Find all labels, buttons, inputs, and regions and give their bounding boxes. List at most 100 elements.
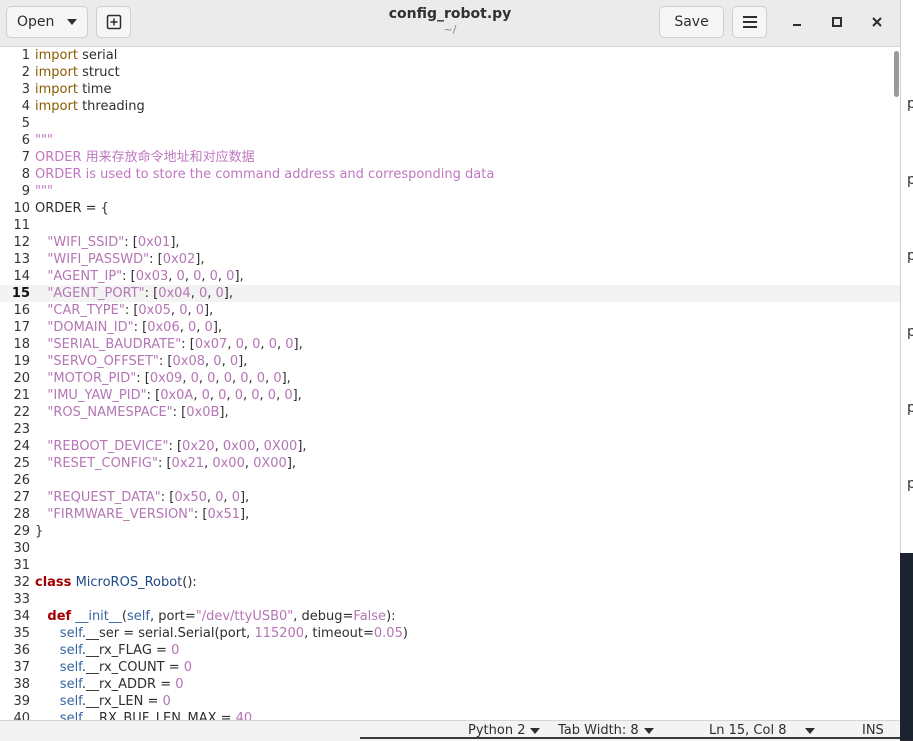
window-subtitle: ~/ — [443, 23, 457, 36]
line-number: 25 — [13, 456, 30, 471]
code-line[interactable]: 19 "SERVO_OFFSET": [0x08, 0, 0], — [0, 353, 900, 370]
code-line[interactable]: 10 ORDER = { — [0, 200, 900, 217]
code-line[interactable]: 3 import time — [0, 81, 900, 98]
line-number: 34 — [13, 609, 30, 624]
line-number: 39 — [13, 694, 30, 709]
open-button[interactable]: Open — [6, 6, 88, 38]
line-number: 1 — [21, 48, 30, 63]
chevron-down-icon — [530, 727, 541, 734]
code-token: def — [47, 609, 72, 624]
code-token: 0 — [256, 371, 266, 386]
code-line[interactable]: 6 """ — [0, 132, 900, 149]
code-line[interactable]: 39 self.__rx_LEN = 0 — [0, 693, 900, 710]
code-line[interactable]: 14 "AGENT_IP": [0x03, 0, 0, 0, 0], — [0, 268, 900, 285]
code-token: ], — [281, 371, 291, 386]
code-token: 0x02 — [162, 252, 196, 267]
code-line[interactable]: 28 "FIRMWARE_VERSION": [0x51], — [0, 506, 900, 523]
code-line[interactable]: 4 import threading — [0, 98, 900, 115]
title-block: config_robot.py ~/ — [300, 6, 600, 36]
code-line[interactable]: 8 ORDER is used to store the command addr… — [0, 166, 900, 183]
code-line[interactable]: 12 "WIFI_SSID": [0x01], — [0, 234, 900, 251]
code-line[interactable]: 32 class MicroROS_Robot(): — [0, 574, 900, 591]
code-line[interactable]: 20 "MOTOR_PID": [0x09, 0, 0, 0, 0, 0, 0]… — [0, 370, 900, 387]
close-button[interactable] — [865, 10, 889, 34]
code-text: "REBOOT_DEVICE": [0x20, 0x00, 0X00], — [35, 438, 306, 455]
code-line[interactable]: 16 "CAR_TYPE": [0x05, 0, 0], — [0, 302, 900, 319]
code-token: "AGENT_PORT" — [47, 286, 145, 301]
code-line[interactable]: 25 "RESET_CONFIG": [0x21, 0x00, 0X00], — [0, 455, 900, 472]
code-line[interactable]: 36 self.__rx_FLAG = 0 — [0, 642, 900, 659]
code-token: 0x00 — [222, 439, 256, 454]
code-token: ], — [212, 320, 223, 335]
code-token: 0x08 — [172, 354, 206, 369]
code-line[interactable]: 5 — [0, 115, 900, 132]
code-token: 0 — [175, 677, 184, 692]
code-line[interactable]: 17 "DOMAIN_ID": [0x06, 0, 0], — [0, 319, 900, 336]
code-token: ], — [204, 303, 214, 318]
code-token: import — [35, 99, 78, 114]
code-line[interactable]: 22 "ROS_NAMESPACE": [0x0B], — [0, 404, 900, 421]
code-editor[interactable]: 1 import serial 2 import struct 3 import time… — [0, 47, 900, 720]
code-line[interactable]: 21 "IMU_YAW_PID": [0x0A, 0, 0, 0, 0, 0, … — [0, 387, 900, 404]
code-text: self.__rx_FLAG = 0 — [35, 642, 180, 659]
code-line[interactable]: 27 "REQUEST_DATA": [0x50, 0, 0], — [0, 489, 900, 506]
code-token: 0x03 — [135, 269, 169, 284]
line-number: 10 — [13, 201, 30, 216]
tab-width-selector[interactable]: Tab Width: 8 — [558, 723, 654, 738]
code-line[interactable]: 2 import struct — [0, 64, 900, 81]
code-line[interactable]: 31 — [0, 557, 900, 574]
cursor-position-selector[interactable]: Ln 15, Col 8 — [709, 723, 816, 738]
code-token: 0x50 — [174, 490, 207, 505]
code-line[interactable]: 23 — [0, 421, 900, 438]
code-line[interactable]: 15 "AGENT_PORT": [0x04, 0, 0], — [0, 285, 900, 302]
code-line[interactable]: 26 — [0, 472, 900, 489]
line-number: 6 — [21, 133, 30, 148]
code-line[interactable]: 29} — [0, 523, 900, 540]
new-tab-button[interactable] — [96, 6, 131, 38]
save-button[interactable]: Save — [659, 6, 724, 38]
menu-button[interactable] — [732, 6, 767, 38]
code-line[interactable]: 18 "SERIAL_BAUDRATE": [0x07, 0, 0, 0, 0]… — [0, 336, 900, 353]
header-bar: Open config_robot.py ~/ Save — [0, 0, 900, 47]
code-line[interactable]: 38 self.__rx_ADDR = 0 — [0, 676, 900, 693]
code-token: 0x07 — [194, 337, 228, 352]
code-token: , — [223, 490, 232, 505]
code-token: "AGENT_IP" — [47, 269, 123, 284]
maximize-button[interactable] — [825, 10, 849, 34]
code-line[interactable]: 24 "REBOOT_DEVICE": [0x20, 0x00, 0X00], — [0, 438, 900, 455]
line-number: 4 — [21, 99, 30, 114]
scrollbar-thumb[interactable] — [894, 51, 899, 97]
insert-mode-indicator: INS — [862, 723, 884, 738]
language-selector[interactable]: Python 2 — [468, 723, 541, 738]
code-token: "WIFI_PASSWD" — [47, 252, 150, 267]
code-token: , — [231, 371, 241, 386]
code-token: 0x51 — [207, 507, 241, 522]
code-line[interactable]: 33 — [0, 591, 900, 608]
code-line[interactable]: 7 ORDER 用来存放命令地址和对应数据 — [0, 149, 900, 166]
code-line[interactable]: 40 self.__RX_BUF_LEN_MAX = 40 — [0, 710, 900, 720]
line-number: 33 — [13, 592, 30, 607]
vertical-scrollbar[interactable] — [893, 47, 900, 720]
code-text: import serial — [35, 47, 117, 64]
code-line[interactable]: 30 — [0, 540, 900, 557]
code-line[interactable]: 1 import serial — [0, 47, 900, 64]
code-line[interactable]: 34 def __init__(self, port="/dev/ttyUSB0… — [0, 608, 900, 625]
code-line[interactable]: 37 self.__rx_COUNT = 0 — [0, 659, 900, 676]
hamburger-menu-icon — [742, 16, 757, 28]
code-line[interactable]: 13 "WIFI_PASSWD": [0x02], — [0, 251, 900, 268]
code-text: import time — [35, 81, 111, 98]
line-number: 18 — [13, 337, 30, 352]
code-line[interactable]: 11 — [0, 217, 900, 234]
code-token: 0 — [209, 269, 218, 284]
minimize-button[interactable] — [785, 10, 809, 34]
code-token: , port= — [149, 609, 196, 624]
background-text: p — [907, 324, 913, 340]
code-line[interactable]: 35 self.__ser = serial.Serial(port, 1152… — [0, 625, 900, 642]
code-token: ], — [292, 388, 302, 403]
code-line[interactable]: 9 """ — [0, 183, 900, 200]
